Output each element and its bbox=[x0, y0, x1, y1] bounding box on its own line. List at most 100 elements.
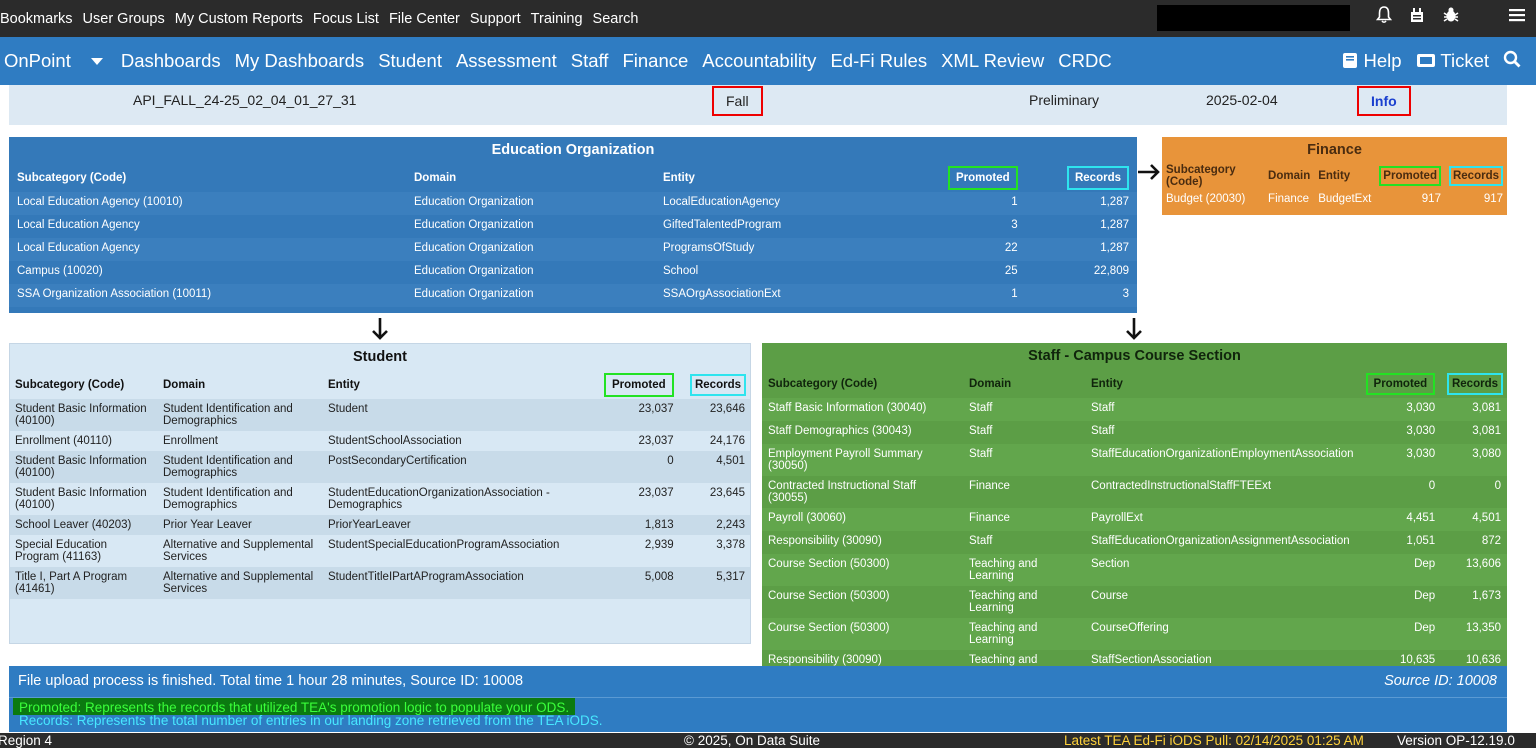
cell-subcategory: Campus (10020) bbox=[17, 265, 103, 277]
cell-records: 13,350 bbox=[1465, 622, 1501, 634]
cell-promoted: Dep bbox=[1414, 622, 1436, 634]
ticket-button[interactable]: Ticket bbox=[1416, 50, 1489, 72]
cell-entity: StudentSchoolAssociation bbox=[328, 435, 462, 447]
table-row: Payroll (30060) Finance PayrollExt 4,451 4,5… bbox=[762, 508, 1507, 531]
upload-status-message: File upload process is finished. Total t… bbox=[18, 673, 524, 689]
ticket-icon bbox=[1416, 50, 1436, 71]
nav-ed-fi-rules[interactable]: Ed-Fi Rules bbox=[830, 50, 927, 72]
cell-promoted: 4,451 bbox=[1406, 512, 1436, 524]
footer-copyright: © 2025, On Data Suite bbox=[684, 733, 821, 748]
nav-xml-review[interactable]: XML Review bbox=[941, 50, 1044, 72]
link-file-center[interactable]: File Center bbox=[384, 11, 465, 27]
season-label: Fall bbox=[712, 86, 763, 116]
moon-icon[interactable] bbox=[1477, 6, 1491, 29]
nav-assessment[interactable]: Assessment bbox=[456, 50, 557, 72]
cell-subcategory: Budget (20030) bbox=[1166, 193, 1246, 205]
cell-domain: Education Organization bbox=[414, 242, 534, 254]
cell-records: 23,645 bbox=[709, 487, 745, 499]
cell-domain: Staff bbox=[969, 425, 993, 437]
cell-subcategory: Local Education Agency bbox=[17, 242, 140, 254]
cell-entity: Section bbox=[1091, 558, 1130, 570]
link-search[interactable]: Search bbox=[588, 11, 644, 27]
cell-promoted: 3,030 bbox=[1406, 425, 1436, 437]
info-link[interactable]: Info bbox=[1357, 86, 1411, 116]
cell-records: 3,080 bbox=[1472, 448, 1501, 460]
col-subcategory: Subcategory (Code) bbox=[15, 379, 125, 391]
cell-promoted: 2,939 bbox=[644, 539, 674, 551]
cell-subcategory: Employment Payroll Summary (30050) bbox=[768, 448, 923, 472]
footer-latest-pull: Latest TEA Ed-Fi iODS Pull: 02/14/2025 0… bbox=[1064, 733, 1364, 748]
cell-promoted: 3,030 bbox=[1406, 402, 1436, 414]
cell-promoted: 5,008 bbox=[644, 571, 674, 583]
upload-status-panel: File upload process is finished. Total t… bbox=[9, 666, 1507, 732]
search-icon[interactable] bbox=[1503, 50, 1521, 73]
cell-records: 22,809 bbox=[1093, 265, 1129, 277]
education-organization-table: Subcategory (Code) Domain Entity Promote… bbox=[9, 164, 1137, 307]
utility-icons bbox=[1375, 6, 1526, 29]
card-title: Finance bbox=[1307, 142, 1362, 158]
nav-my-dashboards[interactable]: My Dashboards bbox=[235, 50, 365, 72]
nav-accountability[interactable]: Accountability bbox=[702, 50, 816, 72]
cell-records: 1,287 bbox=[1100, 219, 1129, 231]
table-row: Special Education Program (41163) Alterna… bbox=[10, 535, 750, 567]
table-row: Course Section (50300) Teaching and Learn… bbox=[762, 586, 1507, 618]
records-legend: Records: Represents the total number of … bbox=[19, 713, 603, 728]
table-row: Campus (10020) Education Organization Scho… bbox=[9, 261, 1137, 284]
education-organization-card: Education Organization Subcategory (Code… bbox=[9, 137, 1137, 313]
cell-records: 0 bbox=[1494, 480, 1501, 492]
col-promoted: Promoted bbox=[599, 371, 679, 399]
link-training[interactable]: Training bbox=[526, 11, 588, 27]
cell-records: 24,176 bbox=[709, 435, 745, 447]
cell-subcategory: Student Basic Information (40100) bbox=[15, 455, 147, 479]
col-promoted: Promoted bbox=[1375, 162, 1445, 190]
cell-subcategory: Local Education Agency bbox=[17, 219, 140, 231]
help-button[interactable]: Help bbox=[1342, 50, 1402, 72]
caret-down-icon[interactable] bbox=[90, 54, 103, 69]
cell-subcategory: Title I, Part A Program (41461) bbox=[15, 571, 128, 595]
link-bookmarks[interactable]: Bookmarks bbox=[0, 11, 78, 27]
nav-brand-onpoint[interactable]: OnPoint bbox=[4, 50, 71, 72]
link-support[interactable]: Support bbox=[465, 11, 526, 27]
promoted-header-box: Promoted bbox=[1379, 166, 1441, 186]
cell-entity: PostSecondaryCertification bbox=[328, 455, 467, 467]
cell-promoted: 1 bbox=[1011, 196, 1018, 208]
nav-student[interactable]: Student bbox=[378, 50, 442, 72]
footer-version: Version OP-12.19.0 bbox=[1397, 733, 1515, 748]
cell-domain: Staff bbox=[969, 448, 993, 460]
col-domain: Domain bbox=[163, 379, 206, 391]
cell-promoted: 0 bbox=[1428, 480, 1436, 492]
col-entity: Entity bbox=[1091, 378, 1123, 390]
cell-domain: Student Identification and Demographics bbox=[163, 403, 293, 427]
col-domain: Domain bbox=[969, 378, 1012, 390]
bell-icon[interactable] bbox=[1375, 6, 1393, 29]
table-row: Student Basic Information (40100) Student… bbox=[10, 483, 750, 515]
table-row: Course Section (50300) Teaching and Learn… bbox=[762, 618, 1507, 650]
link-focus-list[interactable]: Focus List bbox=[308, 11, 384, 27]
link-my-custom-reports[interactable]: My Custom Reports bbox=[170, 11, 308, 27]
student-card: Student Subcategory (Code) Domain Entity… bbox=[9, 343, 751, 644]
nav-crdc[interactable]: CRDC bbox=[1058, 50, 1111, 72]
calendar-icon[interactable] bbox=[1409, 6, 1425, 29]
bug-icon[interactable] bbox=[1442, 6, 1460, 29]
cell-domain: Enrollment bbox=[163, 435, 218, 447]
cell-entity: PayrollExt bbox=[1091, 512, 1143, 524]
cell-domain: Finance bbox=[1268, 193, 1309, 205]
nav-dashboards[interactable]: Dashboards bbox=[121, 50, 221, 72]
menu-icon[interactable] bbox=[1508, 6, 1526, 29]
file-date: 2025-02-04 bbox=[1206, 92, 1278, 108]
link-user-groups[interactable]: User Groups bbox=[78, 11, 170, 27]
cell-records: 2,243 bbox=[716, 519, 745, 531]
table-row: Title I, Part A Program (41461) Alternati… bbox=[10, 567, 750, 599]
cell-subcategory: Course Section (50300) bbox=[768, 622, 890, 634]
cell-domain: Education Organization bbox=[414, 196, 534, 208]
footer-region: Region 4 bbox=[0, 733, 53, 748]
nav-staff[interactable]: Staff bbox=[571, 50, 609, 72]
cell-subcategory: Student Basic Information (40100) bbox=[15, 487, 147, 511]
education-organization-rows: Local Education Agency (10010) Education … bbox=[9, 192, 1137, 307]
cell-entity: StudentEducationOrganizationAssociation … bbox=[328, 487, 550, 511]
nav-finance[interactable]: Finance bbox=[622, 50, 688, 72]
cell-subcategory: Staff Demographics (30043) bbox=[768, 425, 912, 437]
cell-entity: ContractedInstructionalStaffFTEExt bbox=[1091, 480, 1272, 492]
table-row: SSA Organization Association (10011) Educ… bbox=[9, 284, 1137, 307]
cell-subcategory: Contracted Instructional Staff (30055) bbox=[768, 480, 917, 504]
